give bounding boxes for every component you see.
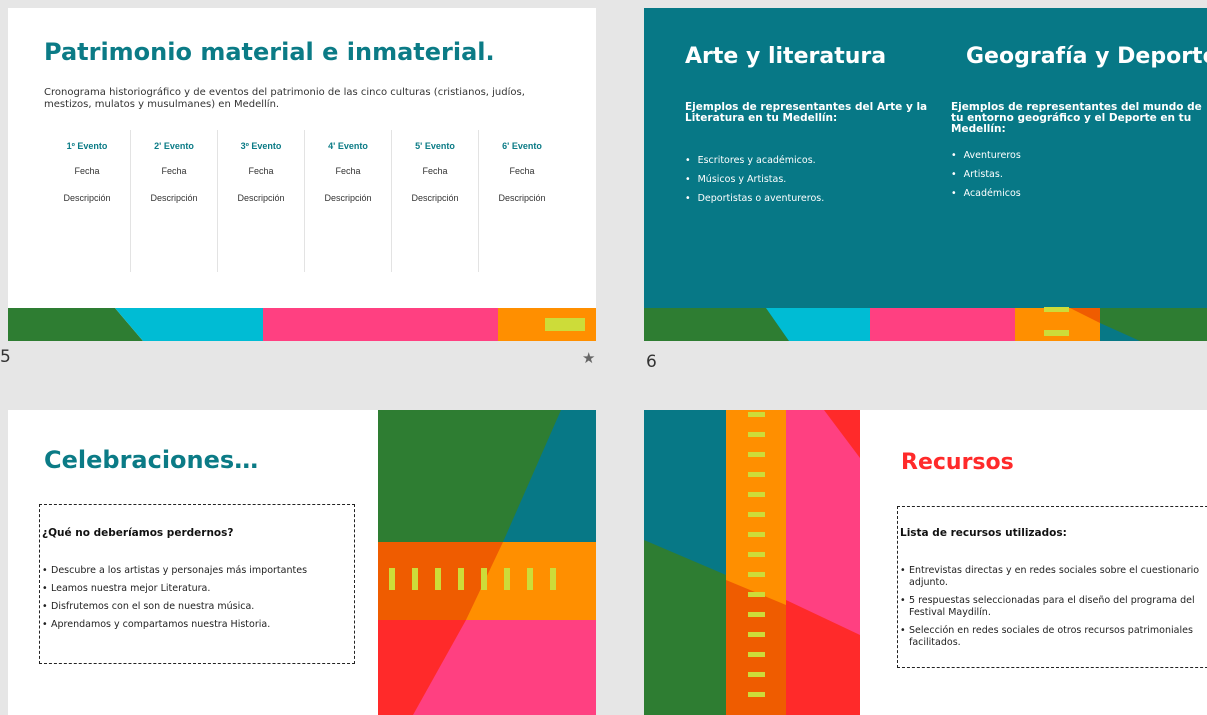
color-band-decoration bbox=[8, 308, 596, 341]
slide-6-number: 6 bbox=[646, 352, 657, 372]
list-item: Entrevistas directas y en redes sociales… bbox=[900, 565, 1204, 589]
list-item: Disfrutemos con el son de nuestra música… bbox=[42, 601, 352, 613]
celebrations-list: Descubre a los artistas y personajes más… bbox=[42, 565, 352, 637]
slide-8-thumbnail[interactable]: Recursos Lista de recursos utilizados: E… bbox=[644, 410, 1207, 715]
slide-6-thumbnail[interactable]: Arte y literatura Ejemplos de representa… bbox=[644, 8, 1207, 341]
list-item: 5 respuestas seleccionadas para el diseñ… bbox=[900, 595, 1204, 619]
list-item: Aprendamos y compartamos nuestra Histori… bbox=[42, 619, 352, 631]
list-item: Descubre a los artistas y personajes más… bbox=[42, 565, 352, 577]
box-heading: ¿Qué no deberíamos perdernos? bbox=[42, 527, 234, 539]
box-heading: Lista de recursos utilizados: bbox=[900, 527, 1067, 539]
list-item: Selección en redes sociales de otros rec… bbox=[900, 625, 1204, 649]
slide-5-thumbnail[interactable]: Patrimonio material e inmaterial. Cronog… bbox=[8, 8, 596, 341]
slide-7-title: Celebraciones… bbox=[44, 446, 259, 474]
slide-7-thumbnail[interactable]: Celebraciones… ¿Qué no deberíamos perder… bbox=[8, 410, 596, 715]
color-band-decoration bbox=[644, 307, 1207, 341]
geometric-art-decoration bbox=[644, 410, 860, 715]
slide-8-title: Recursos bbox=[901, 450, 1014, 475]
resources-list: Entrevistas directas y en redes sociales… bbox=[900, 565, 1204, 655]
list-item: Leamos nuestra mejor Literatura. bbox=[42, 583, 352, 595]
geometric-art-decoration bbox=[378, 410, 596, 715]
star-icon[interactable]: ★ bbox=[582, 349, 595, 367]
slide-5-number: 5 bbox=[0, 347, 11, 367]
